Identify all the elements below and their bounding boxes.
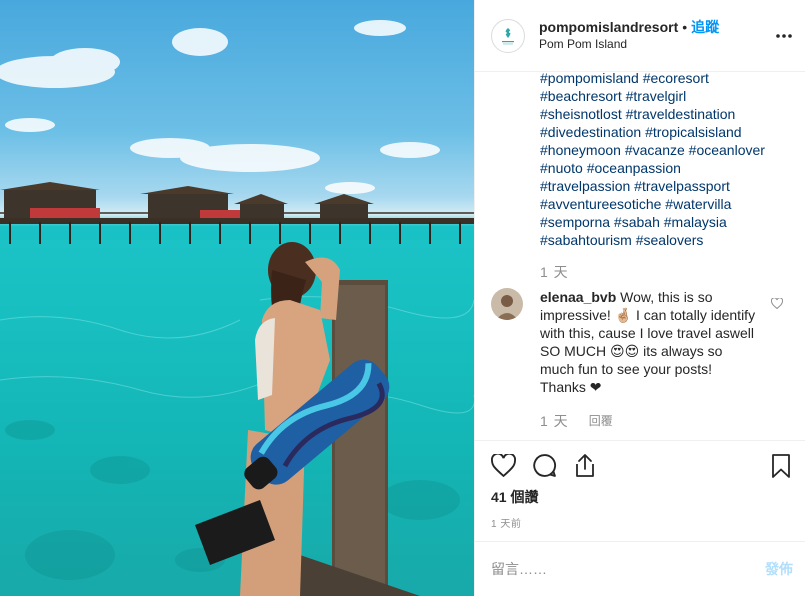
hashtag-line[interactable]: #travelpassion #travelpassport xyxy=(540,177,790,195)
header-text: pompomislandresort • 追蹤 Pom Pom Island xyxy=(539,19,719,53)
hashtag-line[interactable]: #nuoto #oceanpassion xyxy=(540,159,790,177)
hashtag-line[interactable]: #sabahtourism #sealovers xyxy=(540,231,790,249)
post-date[interactable]: 1 天前 xyxy=(475,515,805,535)
hashtag-line[interactable]: #pompomisland #ecoresort xyxy=(540,72,790,87)
comment-item: elenaa_bvb Wow, this is so impressive! 🤞… xyxy=(491,288,791,430)
likes-count[interactable]: 41 個讚 xyxy=(475,487,805,507)
separator-dot: • xyxy=(682,18,688,35)
comment-input[interactable] xyxy=(491,561,765,577)
follow-button[interactable]: 追蹤 xyxy=(691,19,719,36)
share-icon[interactable] xyxy=(573,453,597,478)
hashtag-line[interactable]: #semporna #sabah #malaysia xyxy=(540,213,790,231)
comment-icon[interactable] xyxy=(532,453,557,478)
comment-like-heart-icon[interactable] xyxy=(770,296,784,312)
location-link[interactable]: Pom Pom Island xyxy=(539,36,719,53)
reply-button[interactable]: 回覆 xyxy=(589,412,613,430)
hashtag-line[interactable]: #sheisnotlost #traveldestination xyxy=(540,105,790,123)
comments-area[interactable]: #pompomisland #ecoresort #beachresort #t… xyxy=(475,72,805,440)
hashtag-line[interactable]: #beachresort #travelgirl xyxy=(540,87,790,105)
heart-icon[interactable] xyxy=(491,454,516,477)
instagram-post: pompomislandresort • 追蹤 Pom Pom Island #… xyxy=(0,0,805,596)
commenter-avatar[interactable] xyxy=(491,288,523,320)
hashtag-line[interactable]: #avventureesotiche #watervilla xyxy=(540,195,790,213)
action-bar xyxy=(475,440,805,490)
caption-hashtags: #pompomisland #ecoresort #beachresort #t… xyxy=(540,72,790,249)
comment-timestamp[interactable]: 1 天 xyxy=(540,412,569,430)
caption-timestamp[interactable]: 1 天 xyxy=(540,262,569,282)
more-options-icon[interactable] xyxy=(775,26,793,42)
resort-logo-icon xyxy=(496,23,520,48)
account-avatar[interactable] xyxy=(491,18,525,53)
comment-body: elenaa_bvb Wow, this is so impressive! 🤞… xyxy=(540,288,760,430)
post-side-panel: pompomislandresort • 追蹤 Pom Pom Island #… xyxy=(474,0,805,596)
commenter-username[interactable]: elenaa_bvb xyxy=(540,289,616,305)
post-photo[interactable] xyxy=(0,0,474,596)
post-header: pompomislandresort • 追蹤 Pom Pom Island xyxy=(475,0,805,72)
resort-photo-illustration xyxy=(0,20,474,596)
bookmark-icon[interactable] xyxy=(771,453,791,478)
hashtag-line[interactable]: #divedestination #tropicalsisland xyxy=(540,123,790,141)
hashtag-line[interactable]: #honeymoon #vacanze #oceanlover xyxy=(540,141,790,159)
post-comment-button[interactable]: 發佈 xyxy=(765,559,793,579)
comment-meta: 1 天 回覆 xyxy=(540,412,760,430)
account-username[interactable]: pompomislandresort xyxy=(539,19,678,36)
add-comment-bar: 發佈 xyxy=(475,541,805,596)
